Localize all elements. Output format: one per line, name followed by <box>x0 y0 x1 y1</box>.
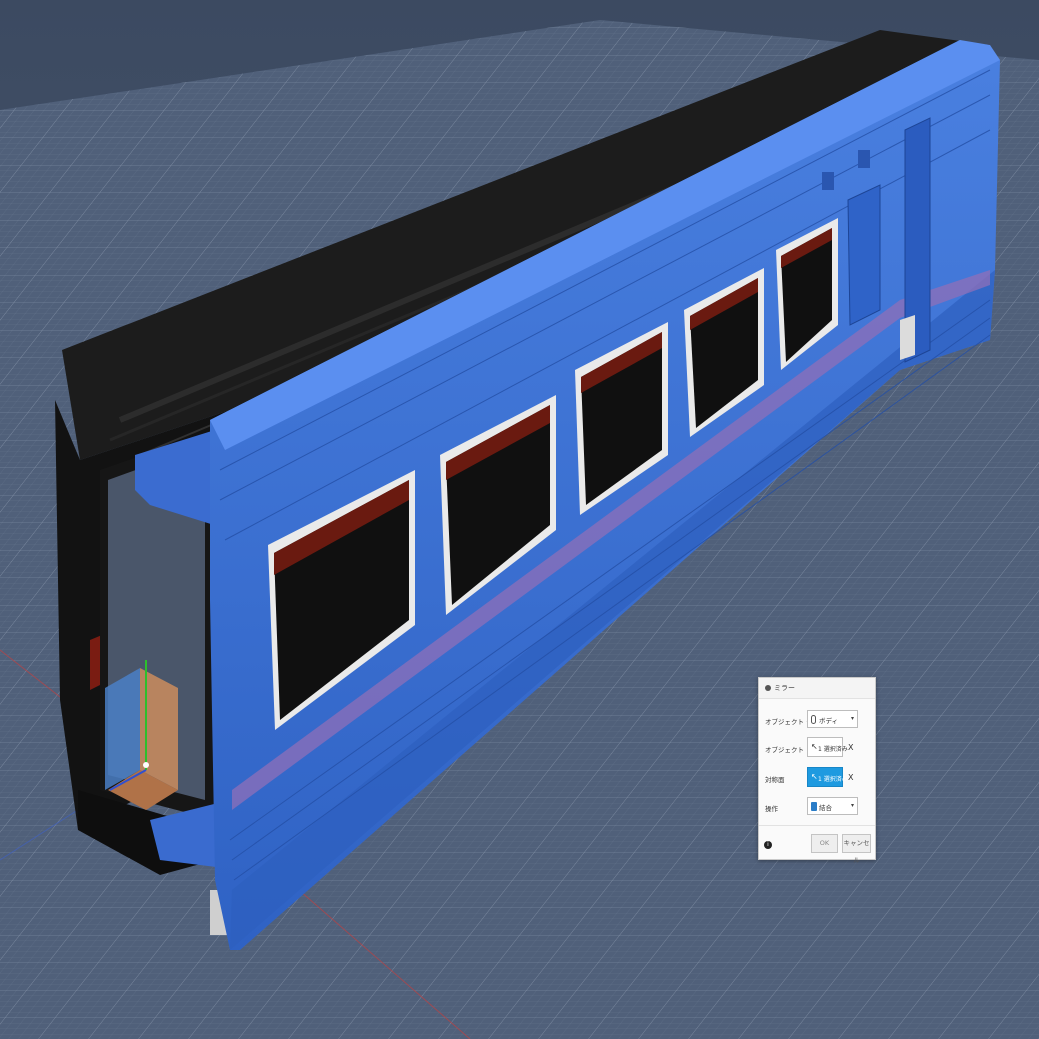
cancel-button[interactable]: キャンセル <box>842 834 871 864</box>
info-icon[interactable]: i <box>764 841 772 849</box>
operation-label: 操作 <box>765 805 778 813</box>
cursor-icon: ↖ <box>811 772 818 781</box>
3d-viewport[interactable] <box>0 0 1039 1039</box>
mirror-plane-preview <box>105 668 140 790</box>
object-type-value: ボディ <box>819 717 839 725</box>
clear-objects-button[interactable]: X <box>848 743 853 752</box>
chevron-down-icon: ▾ <box>850 715 854 722</box>
body-icon <box>811 715 816 724</box>
mirror-plane-selector[interactable]: ↖ 1 選択済み <box>807 767 848 787</box>
objects-selector[interactable]: ↖ 1 選択済み <box>807 737 848 757</box>
cursor-icon: ↖ <box>811 742 818 751</box>
join-icon <box>811 802 817 811</box>
dialog-divider <box>759 825 875 826</box>
mirror-dialog: ミラー オブジェクト タイプ ボディ ▾ オブジェクト ↖ 1 選択済み X 対… <box>758 677 876 864</box>
ok-button[interactable]: OK <box>811 834 838 853</box>
dialog-title: ミラー <box>774 684 795 692</box>
objects-label: オブジェクト <box>765 746 804 754</box>
dialog-header[interactable]: ミラー <box>759 678 875 699</box>
operation-select[interactable]: 結合 ▾ <box>807 797 858 815</box>
objects-value: 1 選択済み <box>818 746 848 753</box>
mirror-plane-label: 対称面 <box>765 776 785 784</box>
mirror-plane-value: 1 選択済み <box>818 776 848 783</box>
chevron-down-icon: ▾ <box>850 802 854 809</box>
vent <box>822 172 834 190</box>
clear-mirror-plane-button[interactable]: X <box>848 773 853 782</box>
mirror-icon <box>765 685 771 691</box>
object-type-select[interactable]: ボディ ▾ <box>807 710 858 728</box>
operation-value: 結合 <box>819 804 832 812</box>
